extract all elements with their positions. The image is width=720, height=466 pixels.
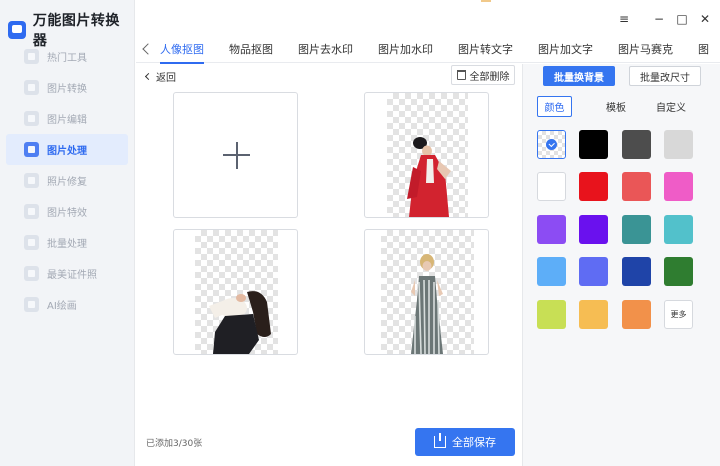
color-swatch[interactable] xyxy=(537,300,566,329)
sidebar: 万能图片转换器 热门工具 图片转换 图片编辑 图片处理 照片修复 图片特效 批量… xyxy=(0,0,135,466)
batch-process-icon xyxy=(24,235,39,250)
app-logo-icon xyxy=(8,21,26,39)
more-colors-button[interactable]: 更多 xyxy=(664,300,693,329)
sidebar-item-label: 最美证件照 xyxy=(47,270,97,281)
color-swatch[interactable] xyxy=(579,130,608,159)
color-swatch[interactable] xyxy=(537,215,566,244)
tool-tabs: 人像抠图 物品抠图 图片去水印 图片加水印 图片转文字 图片加文字 图片马赛克 … xyxy=(136,35,720,64)
batch-resize-button[interactable]: 批量改尺寸 xyxy=(629,66,701,86)
color-swatch[interactable] xyxy=(664,215,693,244)
sidebar-item-photo-repair[interactable]: 照片修复 xyxy=(6,165,128,196)
color-swatch[interactable] xyxy=(664,130,693,159)
delete-all-button[interactable]: 全部删除 xyxy=(451,65,515,85)
color-swatch[interactable] xyxy=(622,300,651,329)
tab-add-text[interactable]: 图片加文字 xyxy=(538,41,593,57)
sidebar-item-hot-tools[interactable]: 热门工具 xyxy=(6,41,128,72)
color-swatch[interactable] xyxy=(622,172,651,201)
color-swatch[interactable] xyxy=(579,215,608,244)
color-swatch[interactable] xyxy=(664,172,693,201)
tab-portrait-cutout[interactable]: 人像抠图 xyxy=(160,41,204,64)
sidebar-nav: 热门工具 图片转换 图片编辑 图片处理 照片修复 图片特效 批量处理 最美证件照… xyxy=(6,41,128,320)
image-card-1[interactable] xyxy=(364,92,489,218)
sidebar-item-ai-painting[interactable]: AI绘画 xyxy=(6,289,128,320)
tab-template[interactable]: 模板 xyxy=(598,96,634,117)
ai-painting-icon xyxy=(24,297,39,312)
sidebar-item-image-convert[interactable]: 图片转换 xyxy=(6,72,128,103)
menu-icon[interactable]: ≡ xyxy=(617,12,631,26)
color-swatch[interactable] xyxy=(579,257,608,286)
tab-image-to-text[interactable]: 图片转文字 xyxy=(458,41,513,57)
image-edit-icon xyxy=(24,111,39,126)
back-label: 返回 xyxy=(156,73,176,84)
tab-remove-watermark[interactable]: 图片去水印 xyxy=(298,41,353,57)
window-accent xyxy=(481,0,491,2)
sidebar-item-image-process[interactable]: 图片处理 xyxy=(6,134,128,165)
image-process-icon xyxy=(24,142,39,157)
sidebar-item-label: AI绘画 xyxy=(47,301,77,312)
sidebar-item-label: 图片处理 xyxy=(47,146,87,157)
color-swatch[interactable] xyxy=(579,172,608,201)
added-count-status: 已添加3/30张 xyxy=(146,439,203,449)
batch-background-button[interactable]: 批量换背景 xyxy=(543,66,615,86)
sidebar-item-id-photo[interactable]: 最美证件照 xyxy=(6,258,128,289)
sidebar-item-image-effects[interactable]: 图片特效 xyxy=(6,196,128,227)
delete-all-label: 全部删除 xyxy=(469,71,510,83)
close-icon[interactable]: ✕ xyxy=(698,12,712,26)
trash-icon xyxy=(456,70,466,80)
save-all-label: 全部保存 xyxy=(452,436,496,449)
tab-color[interactable]: 颜色 xyxy=(537,96,572,117)
sidebar-item-label: 图片特效 xyxy=(47,208,87,219)
maximize-icon[interactable]: □ xyxy=(675,12,689,26)
tab-custom[interactable]: 自定义 xyxy=(651,96,691,117)
portrait-striped-dress-image xyxy=(411,254,443,354)
tab-overflow[interactable]: 图 xyxy=(698,41,709,57)
chevron-left-icon xyxy=(144,72,153,81)
id-photo-icon xyxy=(24,266,39,281)
tab-object-cutout[interactable]: 物品抠图 xyxy=(229,41,273,57)
color-swatch[interactable] xyxy=(622,215,651,244)
sidebar-item-image-edit[interactable]: 图片编辑 xyxy=(6,103,128,134)
color-swatch[interactable] xyxy=(622,130,651,159)
background-settings-panel: 批量换背景 批量改尺寸 颜色 模板 自定义 更多 xyxy=(522,64,720,466)
plus-icon-vertical xyxy=(235,142,238,169)
sidebar-item-label: 图片转换 xyxy=(47,84,87,95)
image-card-3[interactable] xyxy=(364,229,489,355)
save-all-button[interactable]: 全部保存 xyxy=(415,428,515,456)
color-swatch[interactable] xyxy=(664,257,693,286)
download-icon xyxy=(434,433,446,448)
sidebar-item-label: 照片修复 xyxy=(47,177,87,188)
portrait-red-hanfu-image xyxy=(407,137,451,217)
minimize-icon[interactable]: − xyxy=(652,12,666,26)
sidebar-item-label: 批量处理 xyxy=(47,239,87,250)
tabs-scroll-left-icon[interactable] xyxy=(140,41,152,57)
sidebar-item-label: 图片编辑 xyxy=(47,115,87,126)
color-swatch-transparent[interactable] xyxy=(537,130,566,159)
hot-tools-icon xyxy=(24,49,39,64)
color-swatch[interactable] xyxy=(537,172,566,201)
color-swatch[interactable] xyxy=(537,257,566,286)
color-swatch[interactable] xyxy=(579,300,608,329)
image-effects-icon xyxy=(24,204,39,219)
add-image-card[interactable] xyxy=(173,92,298,218)
main-area: 返回 全部删除 已添加3/30张 全部保存 xyxy=(136,64,522,466)
image-convert-icon xyxy=(24,80,39,95)
back-button[interactable]: 返回 xyxy=(144,69,176,84)
color-swatch[interactable] xyxy=(622,257,651,286)
sidebar-item-label: 热门工具 xyxy=(47,53,87,64)
tab-add-watermark[interactable]: 图片加水印 xyxy=(378,41,433,57)
selected-check-icon xyxy=(546,139,557,150)
tab-mosaic[interactable]: 图片马赛克 xyxy=(618,41,673,57)
portrait-crouching-image xyxy=(209,291,271,354)
sidebar-item-batch-process[interactable]: 批量处理 xyxy=(6,227,128,258)
photo-repair-icon xyxy=(24,173,39,188)
image-card-2[interactable] xyxy=(173,229,298,355)
